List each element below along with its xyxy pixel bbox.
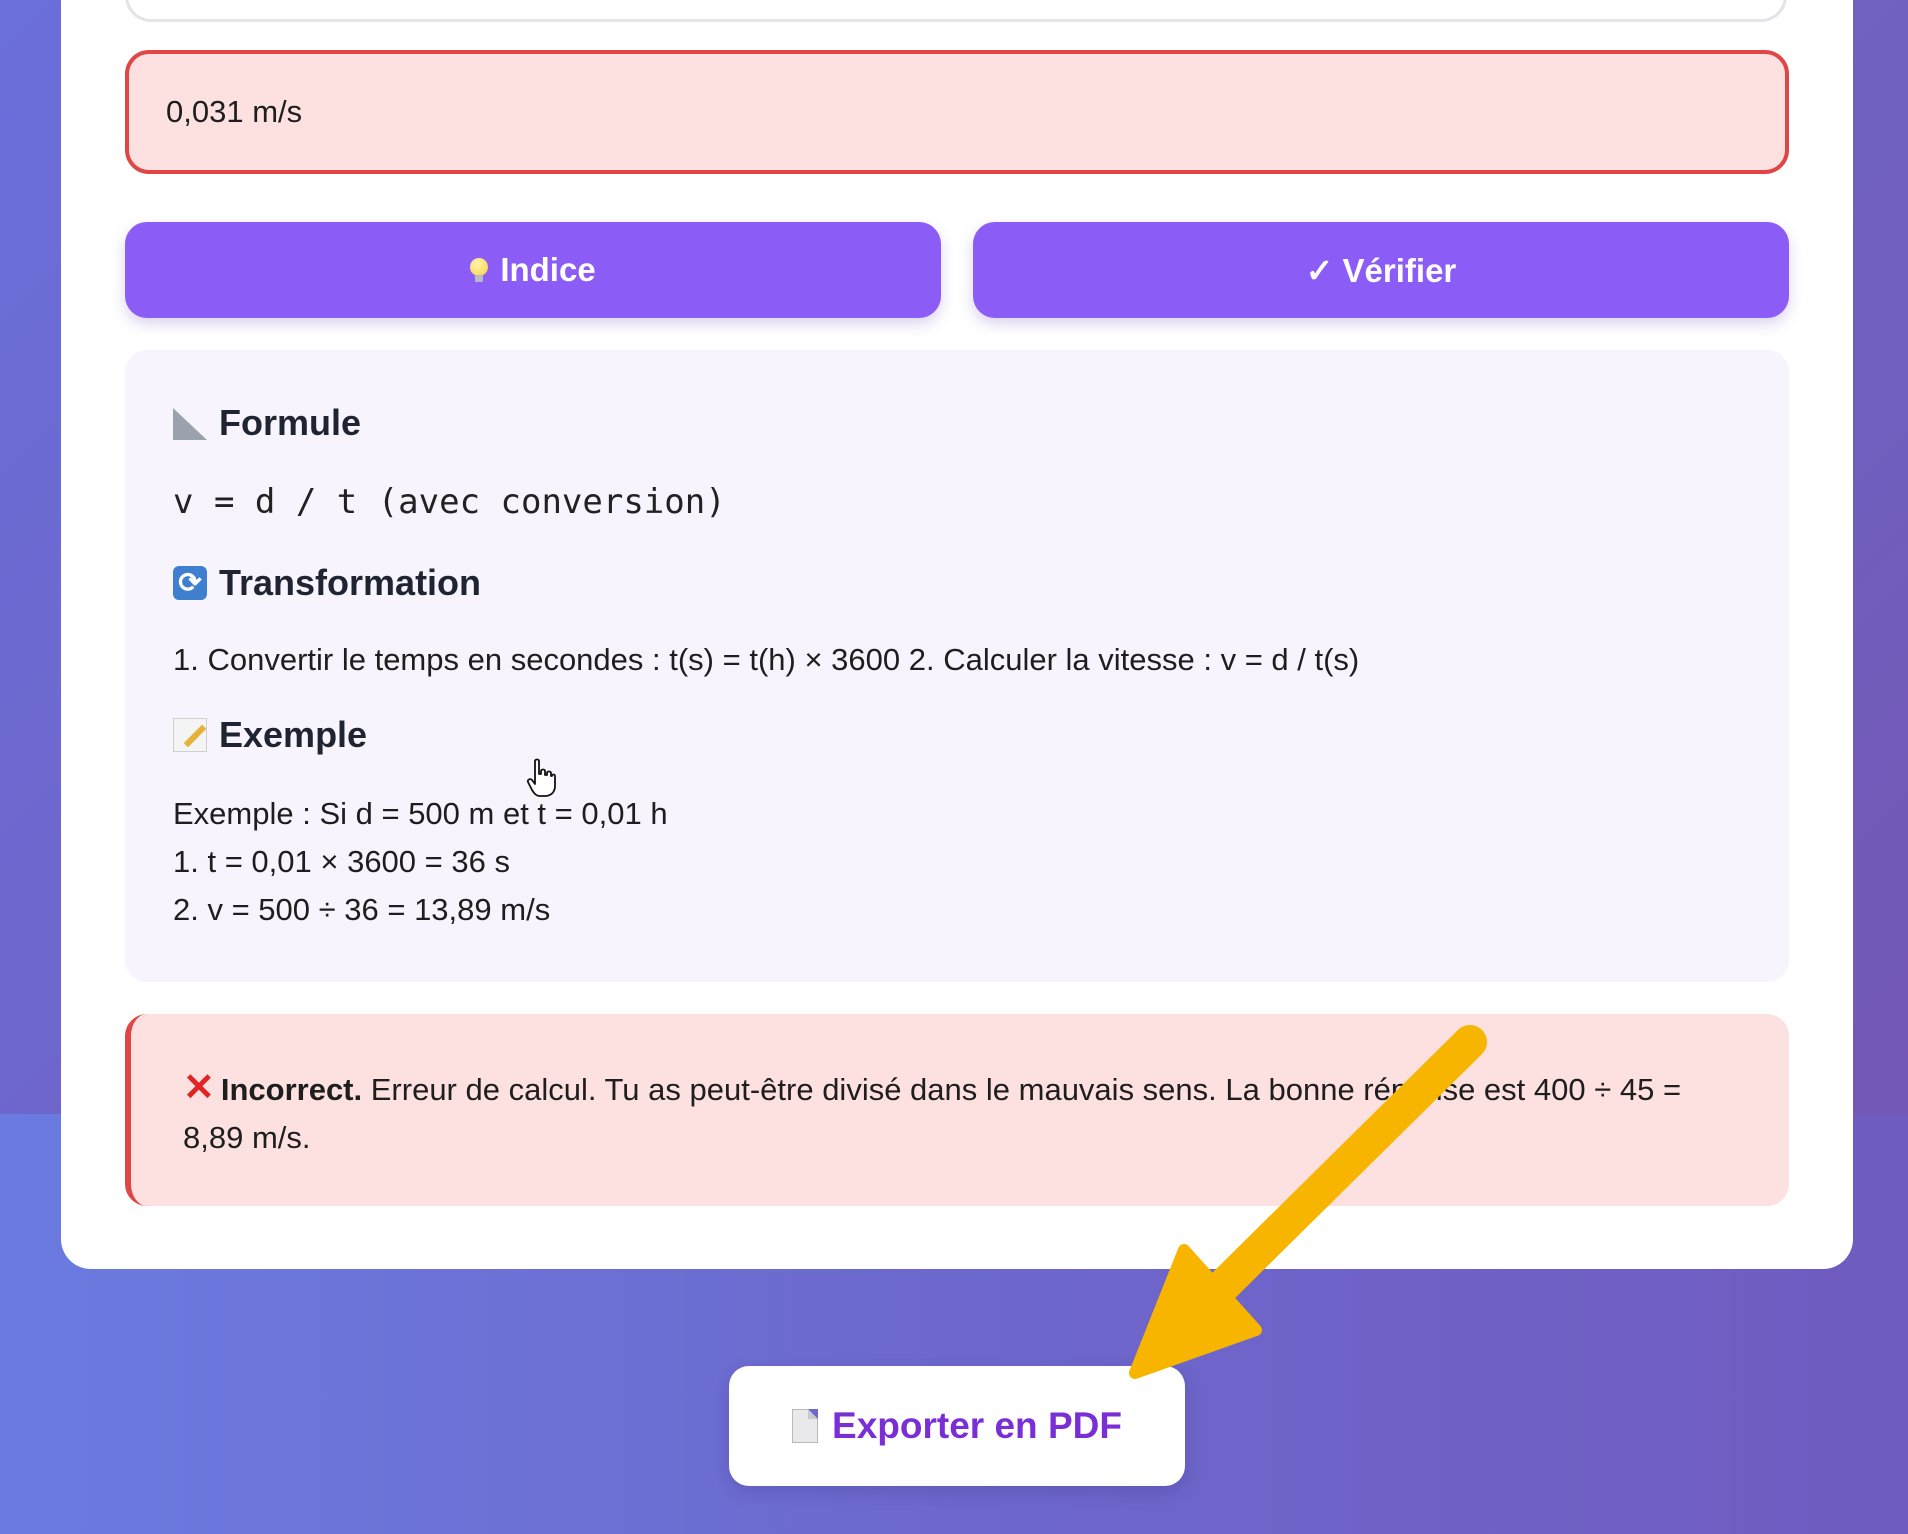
example-heading-text: Exemple [219,714,368,755]
export-pdf-label: Exporter en PDF [832,1405,1122,1446]
hand-cursor-icon [526,758,556,797]
memo-icon [173,718,207,752]
formula-heading: Formule [173,402,361,444]
verify-button-label: ✓ Vérifier [1305,251,1457,289]
formula-text: v = d / t (avec conversion) [173,482,726,522]
verify-button[interactable]: ✓ Vérifier [973,222,1789,318]
transformation-text: 1. Convertir le temps en secondes : t(s)… [173,642,1360,677]
example-heading: Exemple [173,714,367,756]
document-icon [792,1409,819,1443]
light-bulb-icon [470,258,489,282]
feedback-text: Erreur de calcul. Tu as peut-être divisé… [183,1072,1682,1155]
example-text: Exemple : Si d = 500 m et t = 0,01 h 1. … [173,790,668,934]
hint-button-label: Indice [500,251,596,288]
feedback-message: ✕ Incorrect. Erreur de calcul. Tu as peut… [125,1014,1789,1206]
arrows-cycle-icon: ⟳ [173,566,207,600]
hint-panel: Formule v = d / t (avec conversion) ⟳ Tr… [125,350,1789,982]
cross-mark-icon: ✕ [183,1067,215,1109]
feedback-status: Incorrect. [220,1072,363,1107]
example-line: Exemple : Si d = 500 m et t = 0,01 h [173,796,668,831]
triangle-ruler-icon [173,408,207,440]
formula-heading-text: Formule [219,402,362,443]
export-pdf-button[interactable]: Exporter en PDF [729,1366,1185,1486]
answer-input[interactable]: 0,031 m/s [125,50,1789,174]
transformation-heading-text: Transformation [219,562,482,603]
answer-value: 0,031 m/s [166,94,303,129]
example-line: 1. t = 0,01 × 3600 = 36 s [173,844,510,879]
example-line: 2. v = 500 ÷ 36 = 13,89 m/s [173,892,551,927]
previous-field-edge [125,0,1787,22]
hint-button[interactable]: Indice [125,222,941,318]
transformation-heading: ⟳ Transformation [173,562,481,604]
